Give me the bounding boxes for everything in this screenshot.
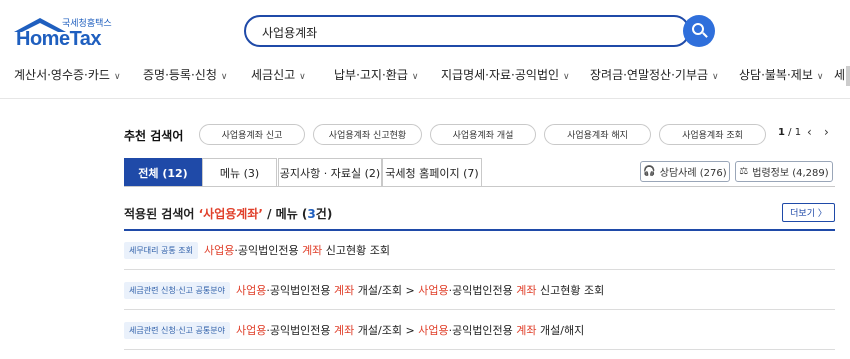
logo-text: HomeTax bbox=[16, 28, 102, 50]
nav-item-tax-report[interactable]: 세금신고 ∨ bbox=[251, 66, 306, 83]
result-link[interactable]: 사업용·공익법인전용 계좌 개설/조회 > 사업용·공익법인전용 계좌 개설/해… bbox=[236, 322, 584, 338]
results-title: 적용된 검색어 ‘사업용계좌’ / 메뉴 (3건) bbox=[124, 207, 333, 221]
headset-icon: 🎧 bbox=[643, 166, 656, 177]
list-item[interactable]: 세금관련 신청·신고 공통분야 사업용·공익법인전용 계좌 개설/조회 > 사업… bbox=[124, 280, 604, 300]
result-link[interactable]: 사업용·공익법인전용 계좌 개설/조회 > 사업용·공익법인전용 계좌 신고현황… bbox=[236, 282, 604, 298]
nav-item-consult[interactable]: 상담·불복·제보 ∨ bbox=[739, 66, 823, 83]
tab-nts-homepage[interactable]: 국세청 홈페이지 (7) bbox=[382, 158, 482, 187]
main-nav: 계산서·영수증·카드 ∨ 증명·등록·신청 ∨ 세금신고 ∨ 납부·고지·환급 ∨ 지급… bbox=[0, 66, 850, 86]
tab-menu[interactable]: 메뉴 (3) bbox=[202, 158, 277, 187]
category-tag: 세무대리 공통 조회 bbox=[124, 241, 198, 259]
search-value: 사업용계좌 bbox=[262, 26, 318, 40]
nav-item-invoice[interactable]: 계산서·영수증·카드 ∨ bbox=[14, 66, 121, 83]
nav-item-partial[interactable]: 세 bbox=[834, 66, 845, 83]
recommend-chip[interactable]: 사업용계좌 해지 bbox=[544, 124, 651, 145]
nav-scrollbar[interactable] bbox=[846, 66, 850, 86]
divider bbox=[0, 98, 850, 99]
hometax-logo[interactable]: 국세청홈택스 HomeTax bbox=[14, 14, 114, 50]
chevron-down-icon: ∨ bbox=[220, 72, 228, 82]
nav-item-statement[interactable]: 지급명세·자료·공익법인 ∨ bbox=[441, 66, 570, 83]
consult-cases-button[interactable]: 🎧 상담사례 (276) bbox=[640, 161, 730, 182]
category-tag: 세금관련 신청·신고 공통분야 bbox=[124, 281, 230, 299]
list-item[interactable]: 세금관련 신청·신고 공통분야 사업용·공익법인전용 계좌 개설/조회 > 사업… bbox=[124, 320, 584, 340]
chevron-right-icon[interactable]: › bbox=[824, 125, 829, 139]
chevron-down-icon: ∨ bbox=[411, 72, 419, 82]
gavel-icon: ⚖ bbox=[739, 166, 749, 177]
tab-divider bbox=[124, 186, 835, 187]
search-input[interactable]: 사업용계좌 bbox=[244, 15, 690, 47]
nav-item-certificate[interactable]: 증명·등록·신청 ∨ bbox=[143, 66, 227, 83]
law-info-button[interactable]: ⚖ 법령정보 (4,289) bbox=[735, 161, 833, 182]
chevron-down-icon: ∨ bbox=[563, 72, 570, 82]
list-item[interactable]: 세무대리 공통 조회 사업용·공익법인전용 계좌 신고현황 조회 bbox=[124, 240, 390, 260]
tab-all[interactable]: 전체 (12) bbox=[124, 158, 202, 187]
result-link[interactable]: 사업용·공익법인전용 계좌 신고현황 조회 bbox=[204, 242, 390, 258]
nav-item-payment[interactable]: 납부·고지·환급 ∨ bbox=[334, 66, 418, 83]
nav-item-incentive[interactable]: 장려금·연말정산·기부금 ∨ bbox=[590, 66, 719, 83]
tab-notice[interactable]: 공지사항 · 자료실 (2) bbox=[278, 158, 382, 187]
divider bbox=[124, 309, 835, 310]
category-tag: 세금관련 신청·신고 공통분야 bbox=[124, 321, 230, 339]
recommend-pager: 1 / 1 bbox=[778, 127, 802, 138]
divider bbox=[124, 229, 835, 231]
chevron-down-icon: ∨ bbox=[113, 72, 121, 82]
chevron-down-icon: ∨ bbox=[712, 72, 719, 82]
chevron-left-icon[interactable]: ‹ bbox=[807, 125, 812, 139]
chevron-down-icon: ∨ bbox=[299, 72, 306, 82]
chevron-down-icon: ∨ bbox=[816, 72, 824, 82]
search-button[interactable] bbox=[683, 15, 715, 47]
more-button[interactable]: 더보기 〉 bbox=[782, 203, 835, 222]
recommend-chip[interactable]: 사업용계좌 신고 bbox=[199, 124, 305, 145]
divider bbox=[124, 269, 835, 270]
divider bbox=[124, 349, 835, 350]
recommend-chip[interactable]: 사업용계좌 조회 bbox=[659, 124, 766, 145]
recommend-chip[interactable]: 사업용계좌 신고현황 bbox=[313, 124, 422, 145]
recommend-label: 추천 검색어 bbox=[124, 129, 184, 143]
recommend-chip[interactable]: 사업용계좌 개설 bbox=[430, 124, 536, 145]
